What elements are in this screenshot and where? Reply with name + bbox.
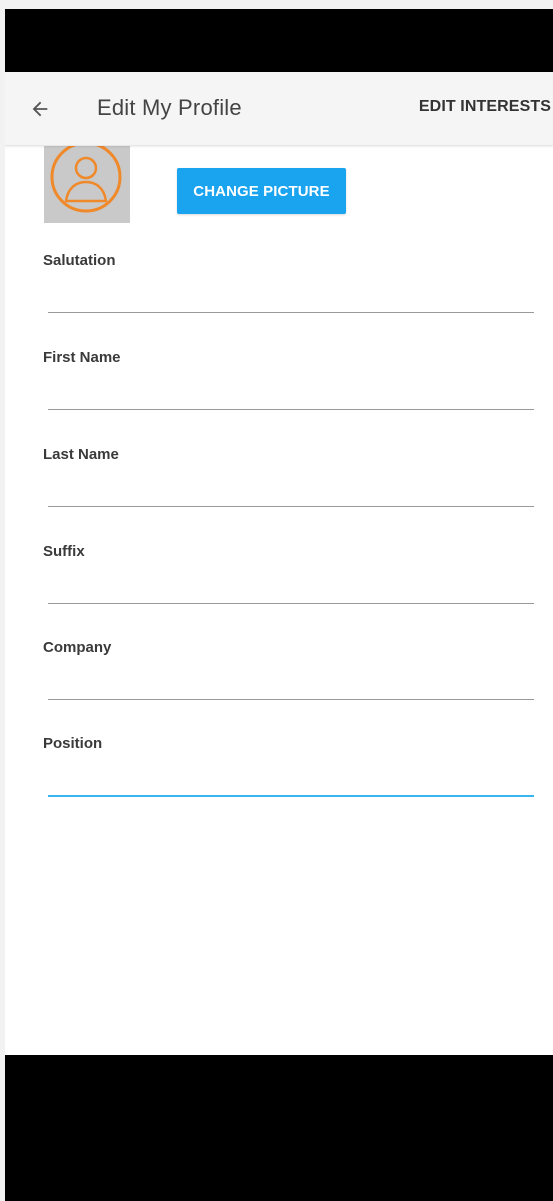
arrow-left-icon — [32, 101, 48, 117]
salutation-label: Salutation — [43, 252, 116, 269]
first-name-input[interactable] — [48, 375, 534, 410]
salutation-input[interactable] — [48, 278, 534, 313]
status-bar — [5, 9, 553, 72]
suffix-input[interactable] — [48, 569, 534, 604]
back-button[interactable] — [25, 94, 55, 124]
company-field: Company — [42, 639, 534, 719]
company-input[interactable] — [48, 665, 534, 700]
company-label: Company — [43, 639, 112, 656]
position-label: Position — [43, 735, 103, 752]
app-bar: Edit My Profile EDIT INTERESTS — [5, 72, 553, 146]
avatar[interactable] — [44, 145, 130, 223]
navigation-bar — [5, 1055, 553, 1201]
first-name-label: First Name — [43, 349, 121, 366]
salutation-field: Salutation — [42, 252, 534, 332]
suffix-field: Suffix — [42, 543, 534, 623]
change-picture-button[interactable]: CHANGE PICTURE — [177, 168, 346, 214]
device-screen: Edit My Profile EDIT INTERESTS CHANGE PI… — [5, 9, 553, 1201]
suffix-label: Suffix — [43, 543, 85, 560]
position-field: Position — [42, 735, 534, 815]
position-input[interactable] — [48, 761, 534, 797]
page-title: Edit My Profile — [97, 95, 242, 120]
user-avatar-icon — [50, 145, 122, 213]
last-name-label: Last Name — [43, 446, 119, 463]
profile-form-content: CHANGE PICTURE Salutation First Name Las… — [5, 145, 553, 1055]
last-name-input[interactable] — [48, 472, 534, 507]
first-name-field: First Name — [42, 349, 534, 429]
last-name-field: Last Name — [42, 446, 534, 526]
edit-interests-button[interactable]: EDIT INTERESTS — [419, 98, 551, 116]
